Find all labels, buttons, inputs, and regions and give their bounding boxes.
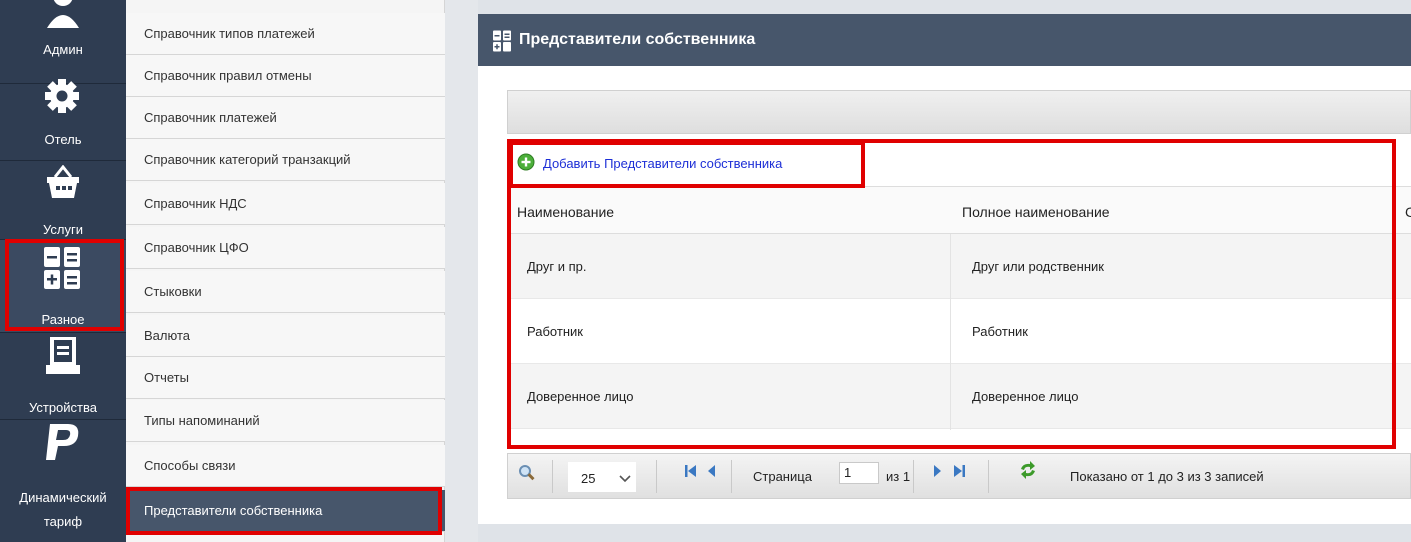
page-label: Страница [753, 469, 812, 484]
refresh-icon[interactable] [1018, 461, 1038, 479]
submenu-item-cancel-rules[interactable]: Справочник правил отмены [126, 55, 445, 97]
page-size-value: 25 [581, 471, 596, 486]
page-title: Представители собственника [519, 31, 756, 48]
submenu-item-cfo[interactable]: Справочник ЦФО [126, 227, 445, 269]
rail-label-hotel: Отель [44, 132, 82, 147]
paypal-icon [46, 424, 79, 460]
basket-icon [47, 165, 79, 198]
cell-full-name: Работник [972, 324, 1028, 339]
rail-item-devices[interactable]: Устройства [0, 333, 126, 419]
page-number-input[interactable]: 1 [839, 462, 879, 484]
table-row[interactable]: Работник Работник [507, 299, 1411, 364]
rail-label-services: Услуги [43, 222, 83, 237]
add-circle-icon[interactable] [517, 153, 535, 171]
column-header-extra[interactable]: С [1405, 204, 1411, 220]
submenu-item-vat[interactable]: Справочник НДС [126, 183, 445, 225]
cell-name: Друг и пр. [527, 259, 587, 274]
cell-full-name: Доверенное лицо [972, 389, 1079, 404]
calculator-icon [493, 30, 511, 52]
first-page-icon[interactable] [684, 464, 698, 478]
icon-rail: Админ Отель Услуги Разное Устройства Дин… [0, 0, 126, 542]
rail-label-dynamic-line2: тариф [43, 514, 83, 529]
panel-header: Представители собственника [478, 14, 1411, 66]
submenu-item-reports[interactable]: Отчеты [126, 357, 445, 399]
last-page-icon[interactable] [952, 464, 966, 478]
cell-name: Доверенное лицо [527, 389, 634, 404]
page-size-select[interactable]: 25 [568, 462, 636, 492]
column-divider [950, 234, 951, 430]
cell-name: Работник [527, 324, 583, 339]
submenu-item-contact-methods[interactable]: Способы связи [126, 445, 445, 487]
page-count-label: из 1 [886, 469, 911, 484]
submenu-item-reminder-types[interactable]: Типы напоминаний [126, 400, 445, 442]
grid-caption-bar [507, 90, 1411, 134]
submenu-item-connections[interactable]: Стыковки [126, 271, 445, 313]
column-header-name[interactable]: Наименование [517, 204, 614, 220]
gear-icon [45, 79, 79, 113]
pager: 25 Страница 1 из 1 Показано от 1 до 3 из… [507, 453, 1411, 499]
search-icon[interactable] [518, 464, 536, 482]
rail-label-misc: Разное [41, 312, 85, 327]
prev-page-icon[interactable] [707, 464, 717, 478]
cell-full-name: Друг или родственник [972, 259, 1104, 274]
rail-item-hotel[interactable]: Отель [0, 79, 126, 160]
calculator-icon [44, 247, 80, 289]
rail-item-dynamic-tariff[interactable]: Динамический тариф [0, 420, 126, 542]
submenu-item-currency[interactable]: Валюта [126, 315, 445, 357]
submenu-item-payments[interactable]: Справочник платежей [126, 97, 445, 139]
column-header-full-name[interactable]: Полное наименование [962, 204, 1110, 220]
printer-icon [46, 337, 80, 374]
grid-toolbar: Добавить Представители собственника [507, 141, 1411, 187]
rail-label-devices: Устройства [28, 400, 97, 415]
table-row[interactable]: Друг и пр. Друг или родственник [507, 234, 1411, 299]
user-icon [47, 0, 79, 28]
submenu-item-owner-representatives[interactable]: Представители собственника [126, 490, 445, 532]
records-summary: Показано от 1 до 3 из 3 записей [1070, 469, 1264, 484]
add-representative-link[interactable]: Добавить Представители собственника [543, 156, 782, 171]
rail-item-services[interactable]: Услуги [0, 161, 126, 239]
submenu: Справочник типов платежей Справочник пра… [126, 0, 445, 542]
submenu-item-payment-types[interactable]: Справочник типов платежей [126, 13, 445, 55]
submenu-item-transaction-categories[interactable]: Справочник категорий транзакций [126, 139, 445, 181]
rail-item-admin[interactable]: Админ [0, 0, 126, 82]
chevron-down-icon [619, 475, 631, 483]
table-header: Наименование Полное наименование С [507, 187, 1411, 234]
rail-item-misc[interactable]: Разное [0, 240, 126, 332]
rail-label-admin: Админ [43, 42, 83, 57]
content-gutter [445, 0, 478, 542]
next-page-icon[interactable] [932, 464, 942, 478]
table-row[interactable]: Доверенное лицо Доверенное лицо [507, 364, 1411, 429]
rail-label-dynamic-line1: Динамический [19, 490, 107, 505]
